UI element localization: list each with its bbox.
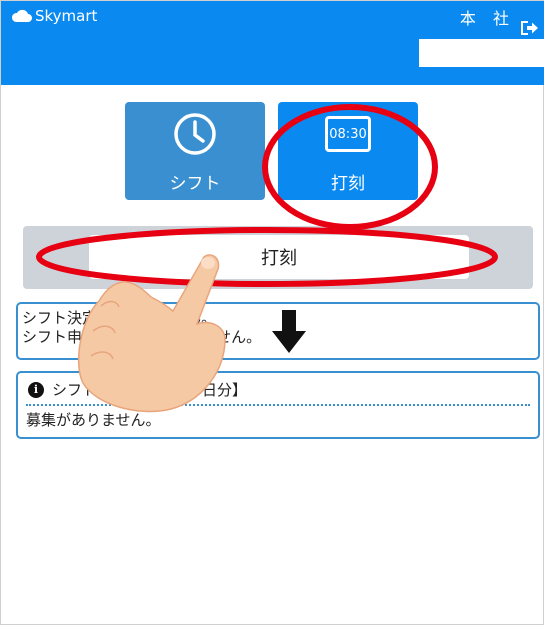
user-name-box [419,39,544,67]
branch-name: 本 社 [459,9,515,28]
shift-tile-label: シフト [169,174,221,194]
shift-tile-button[interactable]: シフト [125,102,265,200]
recruitment-title: シフト募集日【直近５日分】 [52,381,248,399]
recruitment-panel: i シフト募集日【直近５日分】 募集がありません。 [16,371,540,439]
dotted-divider [26,404,530,406]
notice-line-2: シフト申請が提出されていません。 [22,328,262,346]
clock-icon [174,113,216,155]
brand: Skymart [11,7,97,25]
notice-line-1: シフト決定されていません。 [22,309,217,327]
recruitment-panel-header: i シフト募集日【直近５日分】 [28,379,247,400]
app-frame: Skymart 本 社 シフト 08:30 打刻 打刻 シフト決定されていません… [0,0,544,625]
punch-bar: 打刻 [23,226,533,289]
timestamp-icon: 08:30 [325,116,371,152]
info-icon: i [28,381,44,398]
punch-tile-button[interactable]: 08:30 打刻 [278,102,418,200]
punch-button[interactable]: 打刻 [89,235,469,279]
recruitment-message: 募集がありません。 [26,411,161,429]
timestamp-icon-time: 08:30 [329,126,367,142]
punch-tile-label: 打刻 [331,174,365,194]
logout-icon[interactable] [519,19,539,37]
brand-name: Skymart [35,7,98,25]
shift-status-notice: シフト決定されていません。 シフト申請が提出されていません。 [16,302,540,360]
cloud-icon [11,9,32,22]
app-header: Skymart 本 社 [1,1,544,85]
